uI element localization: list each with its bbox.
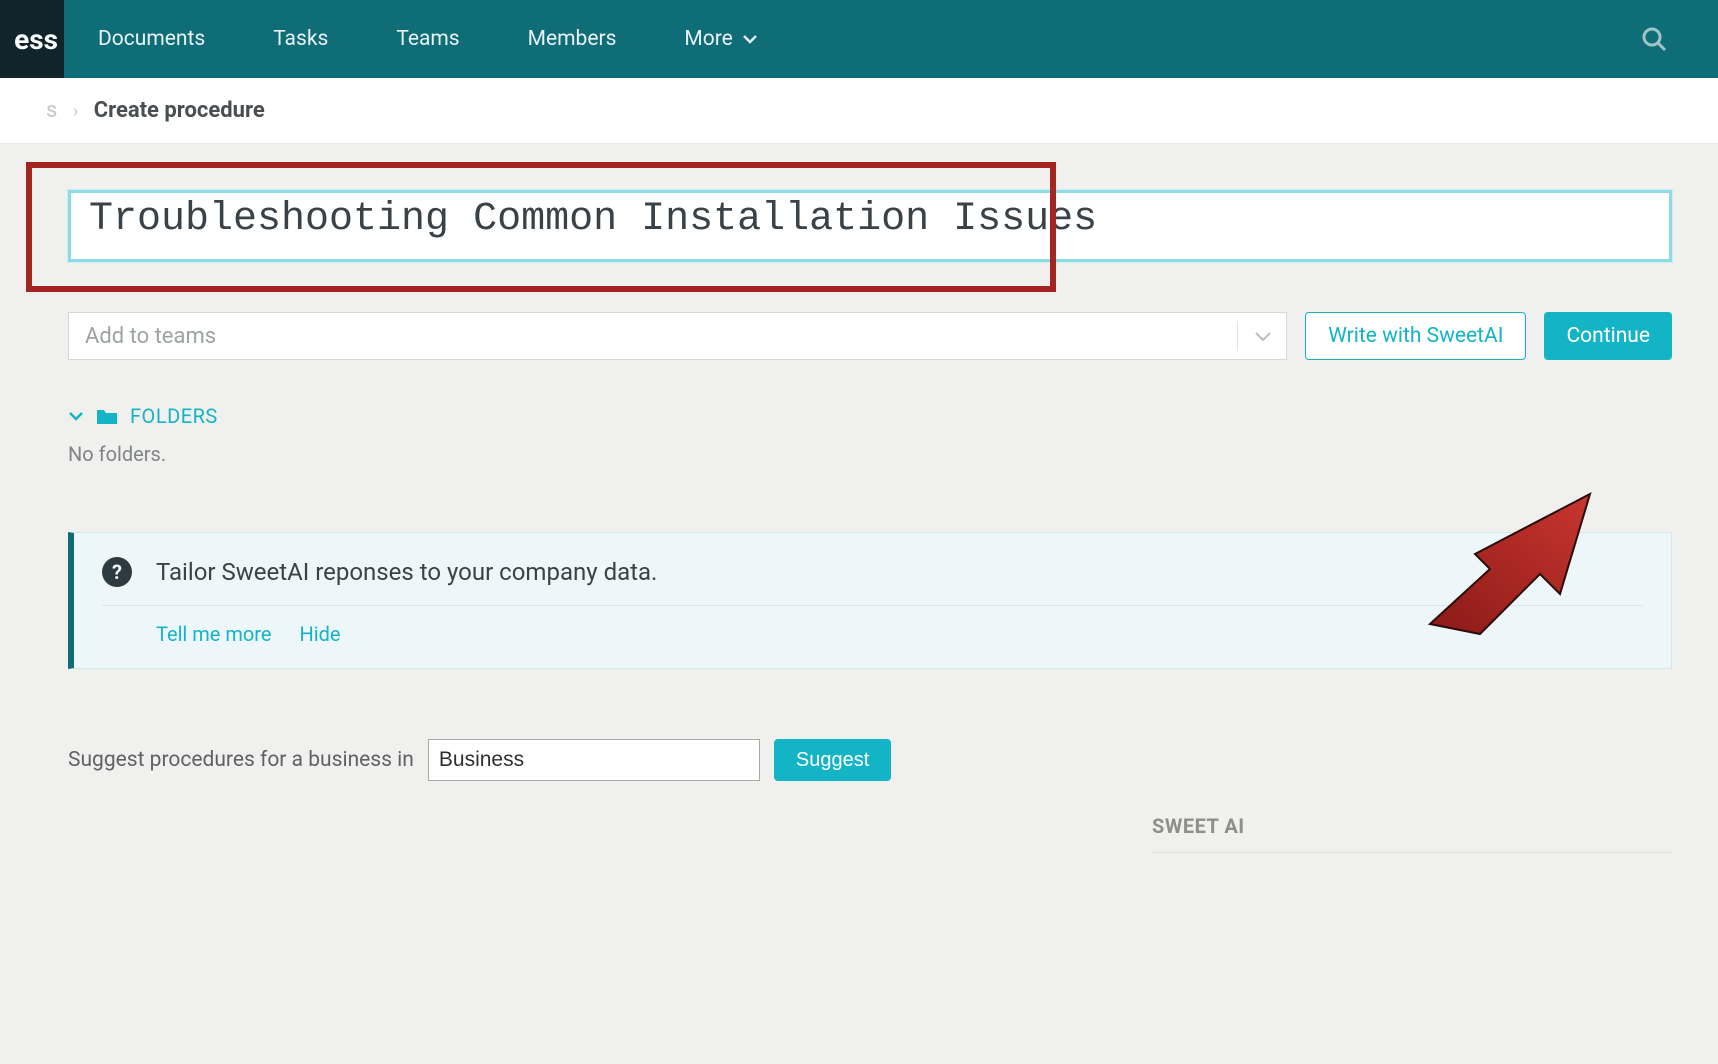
write-with-sweetai-button[interactable]: Write with SweetAI [1305, 312, 1526, 360]
top-nav: ess Documents Tasks Teams Members More [0, 0, 1718, 78]
folders-empty-text: No folders. [68, 442, 1672, 466]
nav-teams[interactable]: Teams [362, 0, 493, 78]
help-icon: ? [102, 557, 132, 587]
divider [1237, 321, 1238, 351]
search-icon[interactable] [1640, 25, 1668, 53]
breadcrumb-prev[interactable]: s [46, 98, 57, 123]
suggest-button[interactable]: Suggest [774, 739, 891, 781]
hide-link[interactable]: Hide [300, 622, 341, 646]
button-label: Suggest [796, 749, 869, 771]
callout-text: Tailor SweetAI reponses to your company … [156, 558, 657, 586]
chevron-down-icon [1254, 330, 1272, 342]
tell-me-more-link[interactable]: Tell me more [156, 622, 272, 646]
teams-placeholder: Add to teams [85, 324, 216, 349]
button-label: Write with SweetAI [1328, 324, 1503, 348]
button-label: Continue [1566, 324, 1650, 348]
nav-label: Documents [98, 27, 205, 51]
chevron-down-icon [743, 34, 757, 44]
folder-icon [96, 407, 118, 425]
nav-tasks[interactable]: Tasks [239, 0, 362, 78]
continue-button[interactable]: Continue [1544, 312, 1672, 360]
nav-label: Teams [396, 27, 459, 51]
folders-label: FOLDERS [130, 404, 218, 428]
teams-select[interactable]: Add to teams [68, 312, 1287, 360]
procedure-title-input[interactable] [68, 190, 1672, 262]
nav-more[interactable]: More [650, 0, 790, 78]
chevron-down-icon [68, 410, 84, 422]
logo[interactable]: ess [0, 0, 64, 78]
nav-documents[interactable]: Documents [64, 0, 239, 78]
search-wrap [1640, 25, 1718, 53]
logo-text: ess [14, 23, 58, 56]
nav-label: Members [528, 27, 617, 51]
nav-members[interactable]: Members [494, 0, 651, 78]
page-body: Add to teams Write with SweetAI Continue [0, 144, 1718, 1064]
breadcrumb: s › Create procedure [0, 78, 1718, 144]
folders-toggle[interactable]: FOLDERS [68, 404, 1672, 428]
sweetai-callout: ? Tailor SweetAI reponses to your compan… [68, 532, 1672, 669]
nav-label: More [684, 27, 732, 51]
business-type-input[interactable] [428, 739, 760, 781]
sweet-ai-heading: SWEET AI [1152, 814, 1672, 853]
breadcrumb-current: Create procedure [94, 98, 265, 123]
suggest-prompt: Suggest procedures for a business in [68, 748, 414, 772]
chevron-right-icon: › [73, 101, 78, 122]
nav-label: Tasks [273, 27, 328, 51]
